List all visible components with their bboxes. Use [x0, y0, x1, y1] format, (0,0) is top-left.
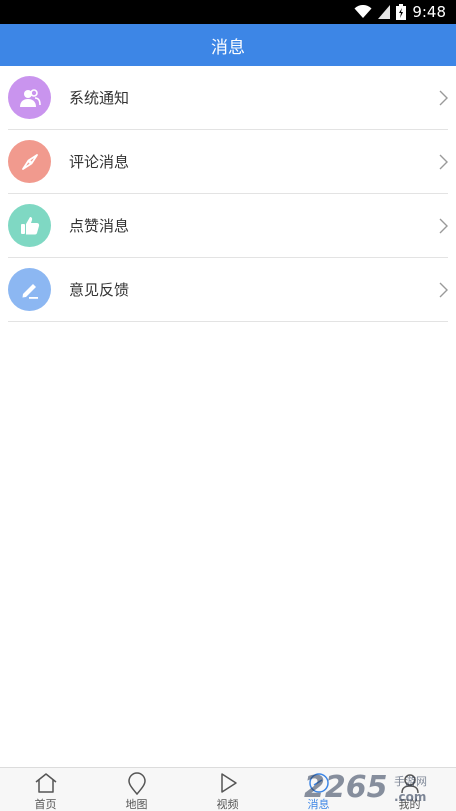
chevron-right-icon	[439, 218, 448, 234]
chevron-right-icon	[439, 154, 448, 170]
compass-icon	[8, 140, 51, 183]
status-bar: 9:48	[0, 0, 456, 24]
tab-map[interactable]: 地图	[91, 768, 182, 811]
svg-text:手游网: 手游网	[394, 774, 427, 788]
tab-home[interactable]: 首页	[0, 768, 91, 811]
list-item-system-notice[interactable]: 系统通知	[0, 66, 456, 130]
list-item-label: 意见反馈	[69, 281, 130, 299]
list-item-label: 评论消息	[69, 153, 130, 171]
home-icon	[35, 773, 56, 793]
tab-label: 视频	[216, 798, 239, 811]
svg-text:2265: 2265	[304, 770, 388, 805]
tab-video[interactable]: 视频	[182, 768, 273, 811]
map-pin-icon	[127, 772, 146, 796]
chevron-right-icon	[439, 282, 448, 298]
list-item-likes[interactable]: 点赞消息	[0, 194, 456, 258]
pencil-icon	[8, 268, 51, 311]
tab-label: 首页	[34, 798, 57, 811]
signal-icon	[378, 5, 391, 19]
page-title: 消息	[211, 37, 245, 58]
watermark-logo: 2265 手游网 .com	[304, 770, 427, 805]
app-header: 消息	[0, 24, 456, 66]
message-list: 系统通知 评论消息 点赞消息 意见反馈	[0, 66, 456, 322]
users-icon	[8, 76, 51, 119]
chevron-right-icon	[439, 90, 448, 106]
tab-label: 地图	[125, 798, 148, 811]
list-item-label: 系统通知	[69, 89, 130, 107]
play-icon	[220, 773, 237, 793]
status-icons: 9:48	[354, 3, 446, 21]
list-item-feedback[interactable]: 意见反馈	[0, 258, 456, 322]
clock: 9:48	[412, 3, 446, 21]
wifi-icon	[354, 5, 372, 18]
list-item-label: 点赞消息	[69, 217, 130, 235]
svg-text:.com: .com	[394, 790, 426, 804]
battery-icon	[396, 4, 407, 20]
thumbs-up-icon	[8, 204, 51, 247]
list-item-comments[interactable]: 评论消息	[0, 130, 456, 194]
